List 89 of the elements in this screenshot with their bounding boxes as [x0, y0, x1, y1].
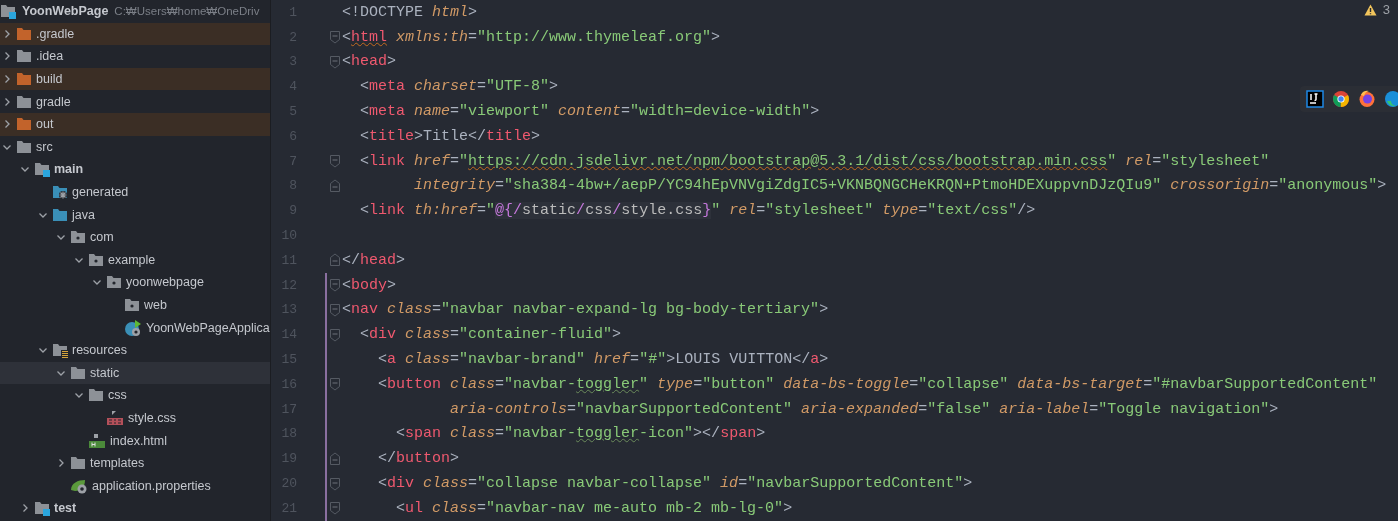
tree-item[interactable]: test — [0, 497, 270, 520]
code-line: <!DOCTYPE html> — [342, 3, 478, 21]
warning-icon — [1363, 3, 1377, 16]
module-folder-icon — [0, 3, 16, 20]
folder-icon — [16, 71, 32, 88]
folder-icon — [70, 364, 86, 381]
tree-item[interactable]: css — [0, 384, 270, 407]
code-line: <a class="navbar-brand" href="#">LOUIS VUITTON</a> — [377, 351, 829, 369]
resources-folder-icon — [52, 342, 68, 359]
tree-item[interactable]: generated — [0, 180, 270, 204]
code-line: <meta charset="UTF-8"> — [359, 78, 559, 96]
folder-icon — [16, 138, 32, 155]
tree-item[interactable]: index.html — [0, 429, 270, 452]
code-line: <link href="https://cdn.jsdelivr.net/npm/bootstrap@5.3.1/dist/css/bootstrap.min.css" rel="stylesheet" — [359, 152, 1270, 170]
tree-item[interactable]: java — [0, 203, 270, 226]
project-path: C:₩Users₩home₩OneDriv — [114, 5, 260, 18]
browser-icon[interactable] — [1358, 90, 1376, 108]
tree-item[interactable]: web — [0, 293, 270, 317]
fold-icon[interactable] — [329, 476, 341, 491]
tree-item[interactable]: src — [0, 135, 270, 159]
module-folder-icon — [34, 500, 50, 517]
tree-item[interactable]: out — [0, 112, 270, 136]
html-file-icon — [88, 432, 106, 449]
tree-item[interactable]: yoonwebpage — [0, 271, 270, 294]
tree-item[interactable]: YoonWebPageApplica — [0, 316, 270, 339]
tree-item[interactable]: .idea — [0, 45, 270, 68]
leaf-gear-icon — [70, 477, 88, 494]
folder-icon — [88, 387, 104, 404]
ide-icon[interactable] — [1306, 90, 1324, 108]
fold-icon[interactable] — [329, 377, 341, 392]
underlined-code: toggler — [576, 425, 640, 443]
folder-gear-icon — [52, 184, 68, 201]
fold-icon[interactable] — [329, 451, 341, 466]
module-folder-icon — [34, 161, 50, 178]
browser-icon[interactable] — [1384, 90, 1398, 108]
code-line: <div class="collapse navbar-collapse" id="navbarSupportedContent"> — [377, 475, 973, 493]
folder-icon — [16, 48, 32, 65]
project-root-item[interactable]: YoonWebPage C:₩Users₩home₩OneDriv — [0, 0, 270, 23]
folder-icon — [16, 116, 32, 133]
package-icon — [70, 229, 86, 246]
tree-item[interactable]: templates — [0, 451, 270, 475]
fold-icon[interactable] — [329, 501, 341, 516]
code-line: aria-controls="navbarSupportedContent" aria-expanded="false" aria-label="Toggle navigation"> — [449, 400, 1279, 418]
code-line: <html xmlns:th="http://www.thymeleaf.org"> — [342, 28, 721, 46]
tree-item[interactable]: main — [0, 158, 270, 181]
code-line: <div class="container-fluid"> — [359, 326, 622, 344]
tree-item[interactable]: build — [0, 67, 270, 91]
folder-icon — [52, 206, 68, 223]
package-icon — [88, 251, 104, 268]
folder-icon — [16, 93, 32, 110]
fold-icon[interactable] — [329, 30, 341, 45]
css-file-icon — [106, 410, 124, 426]
tree-item[interactable]: application.properties — [0, 474, 270, 498]
tree-item[interactable]: com — [0, 225, 270, 249]
code-line: <ul class="navbar-nav me-auto mb-2 mb-lg-0"> — [395, 499, 793, 517]
folder-icon — [70, 455, 86, 472]
warning-count[interactable]: 3 — [1363, 2, 1390, 17]
code-line: <link th:href="@{/static/css/style.css}" rel="stylesheet" type="text/css"/> — [359, 202, 1036, 220]
fold-icon[interactable] — [329, 253, 341, 268]
tree-item[interactable]: .gradle — [0, 22, 270, 46]
package-icon — [106, 274, 122, 291]
tree-item[interactable]: gradle — [0, 90, 270, 113]
fold-icon[interactable] — [329, 302, 341, 317]
tree-item[interactable]: resources — [0, 338, 270, 362]
fold-icon[interactable] — [329, 178, 341, 193]
code-line: </head> — [342, 251, 406, 269]
underlined-code: html — [351, 28, 388, 46]
underlined-code: toggler — [576, 375, 640, 393]
fold-icon[interactable] — [329, 55, 341, 69]
code-line: integrity="sha384-4bw+/aepP/YC94hEpVNVgiZdgIC5+VKNBQNGCHeKRQN+PtmoHDEXuppvnDJzQIu9" crossorigin="anonymous"> — [413, 177, 1387, 195]
fold-icon[interactable] — [329, 278, 341, 293]
code-line: <title>Title</title> — [359, 127, 541, 145]
code-line: <body> — [342, 276, 397, 294]
browser-icon[interactable] — [1332, 90, 1350, 108]
code-line: <nav class="navbar navbar-expand-lg bg-body-tertiary"> — [342, 301, 829, 319]
tree-item[interactable]: style.css — [0, 406, 270, 430]
fold-icon[interactable] — [329, 327, 341, 342]
code-line: </button> — [377, 450, 460, 468]
code-line: <button class="navbar-toggler" type="button" data-bs-toggle="collapse" data-bs-target="#navbarSupportedContent" — [377, 375, 1378, 393]
folder-icon — [16, 25, 32, 42]
code-line: <meta name="viewport" content="width=device-width"> — [359, 103, 820, 121]
underlined-code: https://cdn.jsdelivr.net/npm/bootstrap@5.3.1/dist/css/bootstrap.min.css — [468, 152, 1108, 170]
tree-item[interactable]: example — [0, 248, 270, 272]
code-line: <head> — [342, 53, 397, 71]
code-line: <span class="navbar-toggler-icon"></span> — [395, 425, 766, 443]
class-gear-icon — [124, 318, 142, 337]
fold-icon[interactable] — [329, 154, 341, 169]
package-icon — [124, 297, 140, 313]
tree-item[interactable]: static — [0, 361, 270, 385]
